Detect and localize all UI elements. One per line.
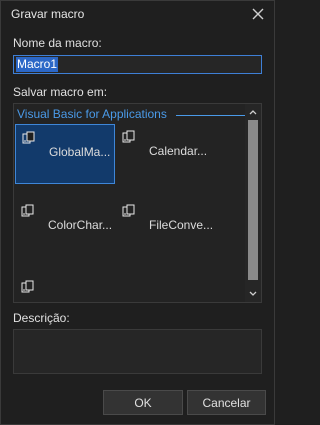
scroll-up-button[interactable] bbox=[245, 106, 261, 118]
list-item-fileconversion[interactable]: FileConve... bbox=[116, 198, 216, 258]
list-item-label: GlobalMa... bbox=[49, 145, 111, 159]
macro-name-input[interactable]: Macro1 bbox=[13, 55, 262, 74]
chevron-up-icon bbox=[249, 110, 257, 115]
list-item-label: Calendar... bbox=[149, 144, 208, 158]
macro-location-list[interactable]: Visual Basic for Applications GlobalMa..… bbox=[13, 103, 262, 303]
macro-name-value: Macro1 bbox=[16, 57, 59, 72]
module-icon bbox=[21, 280, 34, 293]
close-icon bbox=[252, 8, 264, 20]
record-macro-dialog: Gravar macro Nome da macro: Macro1 Salva… bbox=[0, 0, 275, 425]
scrollbar-thumb[interactable] bbox=[248, 120, 258, 280]
group-header-vba: Visual Basic for Applications bbox=[17, 107, 167, 121]
list-item-calendar[interactable]: Calendar... bbox=[116, 124, 216, 184]
scroll-down-button[interactable] bbox=[245, 288, 261, 300]
description-textarea[interactable] bbox=[13, 329, 262, 374]
module-icon bbox=[122, 204, 135, 217]
module-icon bbox=[22, 131, 35, 144]
save-macro-in-label: Salvar macro em: bbox=[13, 85, 108, 99]
module-icon bbox=[122, 130, 135, 143]
dialog-title: Gravar macro bbox=[11, 7, 85, 21]
list-item-globalmacros[interactable]: GlobalMa... bbox=[15, 124, 115, 184]
list-item-colorchart[interactable]: ColorChar... bbox=[15, 198, 115, 258]
cancel-button[interactable]: Cancelar bbox=[187, 390, 266, 415]
module-icon bbox=[21, 204, 34, 217]
list-item-label: ColorChar... bbox=[48, 218, 113, 232]
list-item-module[interactable] bbox=[15, 274, 115, 302]
macro-name-label: Nome da macro: bbox=[13, 36, 102, 50]
vertical-scrollbar[interactable] bbox=[245, 104, 261, 302]
group-header-line bbox=[176, 115, 246, 116]
description-label: Descrição: bbox=[13, 311, 70, 325]
chevron-down-icon bbox=[249, 291, 257, 296]
close-button[interactable] bbox=[244, 1, 272, 27]
ok-button[interactable]: OK bbox=[103, 390, 183, 415]
list-item-label: FileConve... bbox=[149, 218, 214, 232]
